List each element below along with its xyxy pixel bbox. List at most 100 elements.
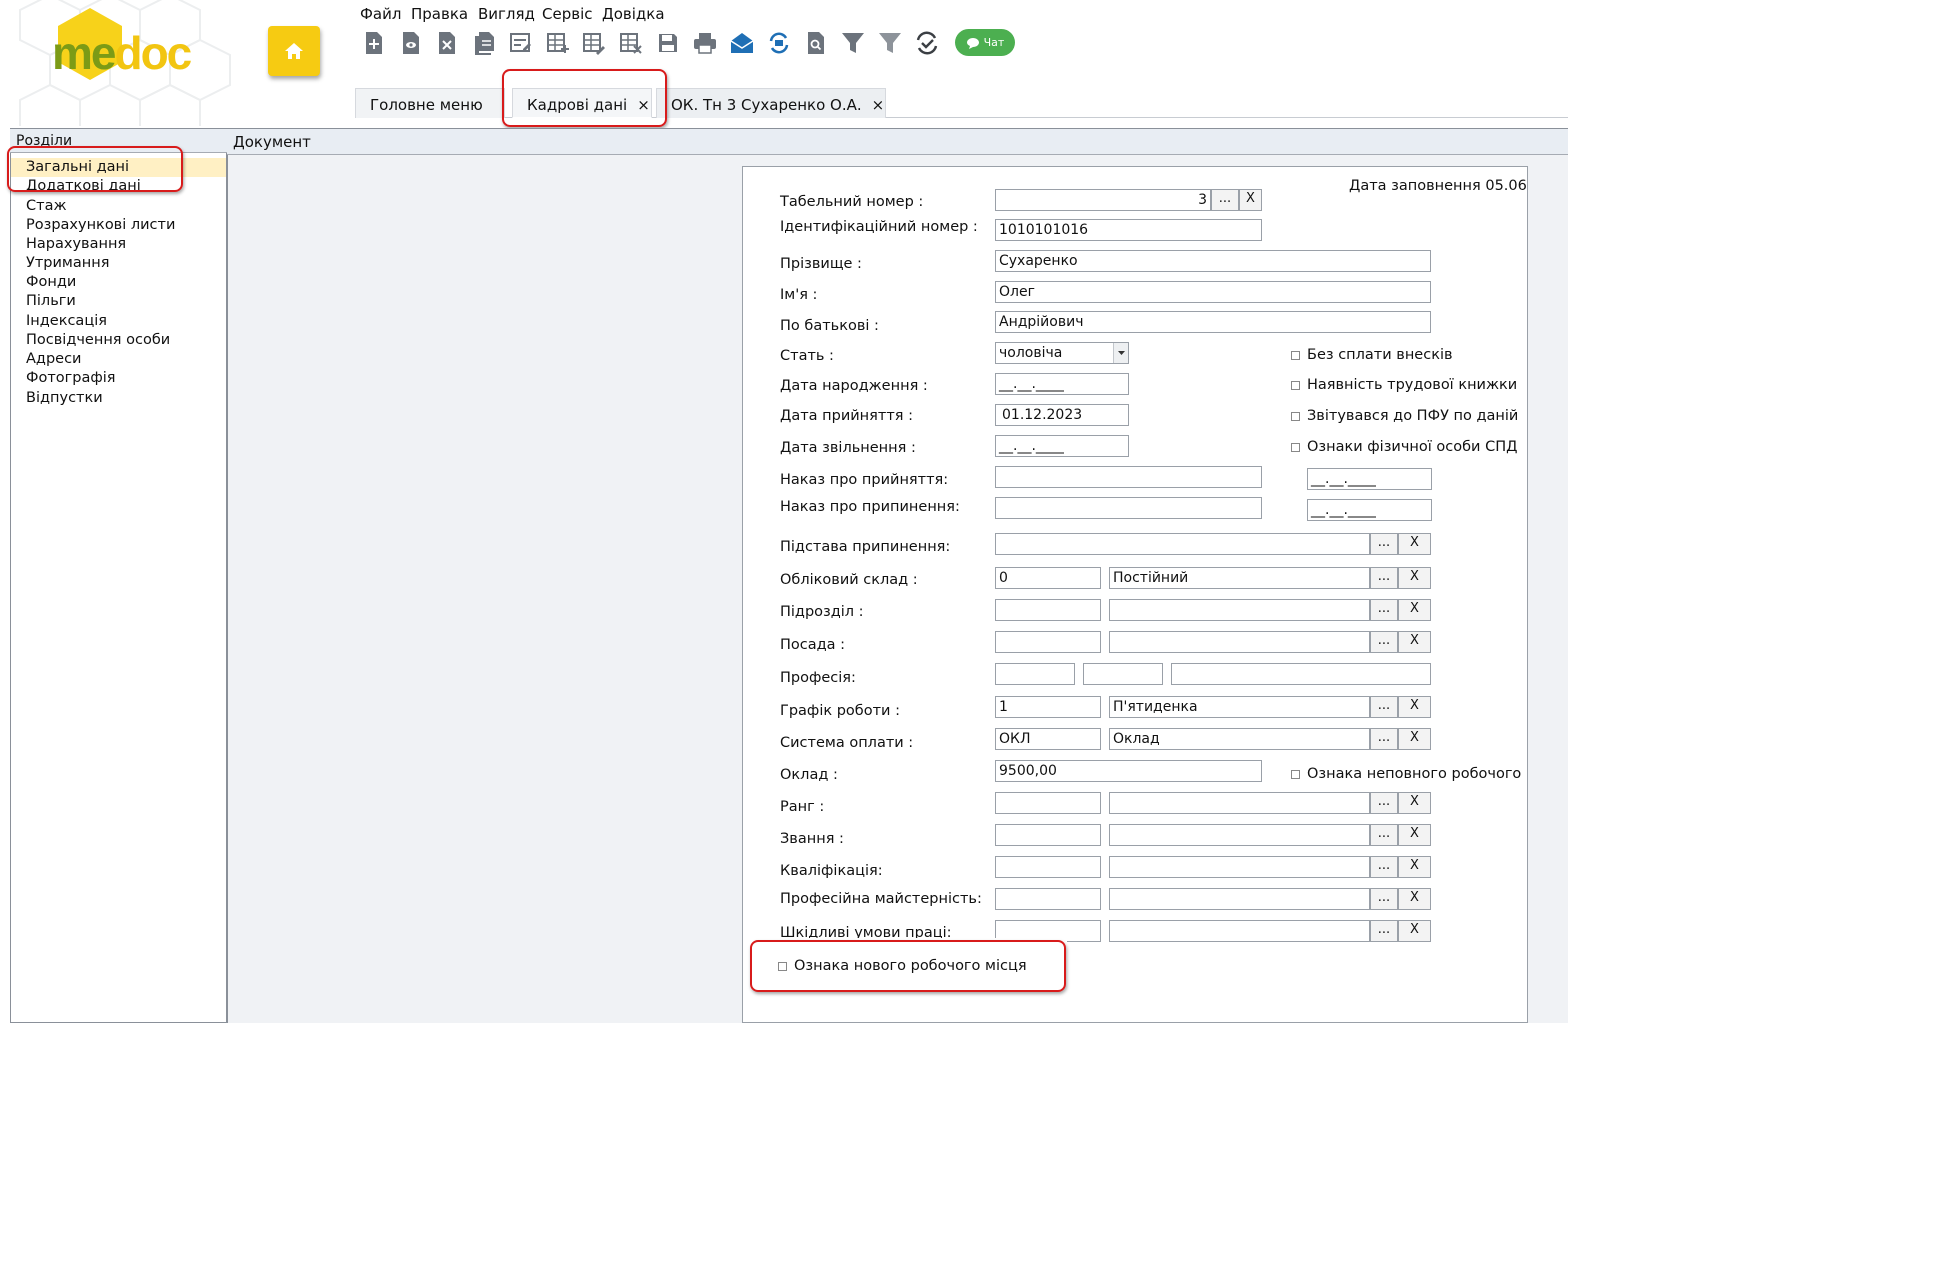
sync-icon[interactable] [914,30,940,56]
position-clear-button[interactable]: X [1398,631,1431,653]
end-reason-input[interactable] [995,533,1370,555]
sidebar-item-seniority[interactable]: Стаж [26,198,67,217]
sidebar-item-accruals[interactable]: Нарахування [26,236,126,255]
title-more-button[interactable]: ... [1370,824,1398,846]
harmful-more-button[interactable]: ... [1370,920,1398,942]
sidebar-item-general[interactable]: Загальні дані [26,159,129,178]
tab-num-more-button[interactable]: ... [1211,189,1239,211]
sidebar-item-deductions[interactable]: Утримання [26,255,109,274]
chevron-down-icon[interactable] [1113,343,1128,363]
exchange-icon[interactable] [766,30,792,56]
view-icon[interactable] [398,30,424,56]
schedule-name-input[interactable]: П'ятиденка [1109,696,1370,718]
title-code-input[interactable] [995,824,1101,846]
mastery-code-input[interactable] [995,888,1101,910]
delete-table-icon[interactable] [618,30,644,56]
edit-table-icon[interactable] [581,30,607,56]
division-clear-button[interactable]: X [1398,599,1431,621]
menu-service[interactable]: Сервіс [542,5,592,23]
mail-icon[interactable] [729,30,755,56]
qualification-more-button[interactable]: ... [1370,856,1398,878]
sidebar-item-vacations[interactable]: Відпустки [26,390,103,409]
mastery-clear-button[interactable]: X [1398,888,1431,910]
title-clear-button[interactable]: X [1398,824,1431,846]
name-input[interactable]: Олег [995,281,1431,303]
staff-clear-button[interactable]: X [1398,567,1431,589]
position-name-input[interactable] [1109,631,1370,653]
qualification-name-input[interactable] [1109,856,1370,878]
pay-clear-button[interactable]: X [1398,728,1431,750]
profession-input-2[interactable] [1083,663,1163,685]
schedule-clear-button[interactable]: X [1398,696,1431,718]
tab-employee-card[interactable]: ОК. Тн 3 Сухаренко О.А. × [656,88,886,118]
id-num-input[interactable]: 1010101016 [995,219,1262,241]
add-table-icon[interactable] [545,30,571,56]
schedule-code-input[interactable]: 1 [995,696,1101,718]
menu-edit[interactable]: Правка [411,5,468,23]
sidebar-item-id-documents[interactable]: Посвідчення особи [26,332,170,351]
work-book-checkbox[interactable] [1291,381,1300,390]
chat-button[interactable]: Чат [955,29,1015,56]
delete-doc-icon[interactable] [434,30,460,56]
sidebar-item-payslips[interactable]: Розрахункові листи [26,217,175,236]
close-icon[interactable]: × [872,96,885,114]
home-button[interactable] [268,26,320,76]
order-end-input[interactable] [995,497,1262,519]
order-hire-date-input[interactable]: __.__.____ [1307,468,1432,490]
profession-input-3[interactable] [1171,663,1431,685]
new-workplace-checkbox[interactable] [778,962,787,971]
qualification-code-input[interactable] [995,856,1101,878]
print-icon[interactable] [692,30,718,56]
pfu-checkbox[interactable] [1291,412,1300,421]
harmful-clear-button[interactable]: X [1398,920,1431,942]
sidebar-item-addresses[interactable]: Адреси [26,351,81,370]
sidebar-item-benefits[interactable]: Пільги [26,293,76,312]
tab-hr-data[interactable]: Кадрові дані × [512,88,652,118]
rank-name-input[interactable] [1109,792,1370,814]
order-hire-input[interactable] [995,466,1262,488]
filter-clear-icon[interactable] [877,30,903,56]
pay-name-input[interactable]: Оклад [1109,728,1370,750]
schedule-more-button[interactable]: ... [1370,696,1398,718]
menu-file[interactable]: Файл [360,5,401,23]
mastery-more-button[interactable]: ... [1370,888,1398,910]
close-icon[interactable]: × [637,96,650,114]
end-reason-more-button[interactable]: ... [1370,533,1398,555]
tab-num-input[interactable]: 3 [995,189,1211,211]
position-more-button[interactable]: ... [1370,631,1398,653]
hire-date-input[interactable]: 01.12.2023 [995,404,1129,426]
staff-name-input[interactable]: Постійний [1109,567,1370,589]
fire-date-input[interactable]: __.__.____ [995,435,1129,457]
title-name-input[interactable] [1109,824,1370,846]
division-code-input[interactable] [995,599,1101,621]
division-more-button[interactable]: ... [1370,599,1398,621]
tab-main-menu[interactable]: Головне меню [355,88,505,118]
spd-checkbox[interactable] [1291,443,1300,452]
order-end-date-input[interactable]: __.__.____ [1307,499,1432,521]
edit-icon[interactable] [508,30,534,56]
search-icon[interactable] [803,30,829,56]
copy-doc-icon[interactable] [471,30,497,56]
add-doc-icon[interactable] [361,30,387,56]
save-icon[interactable] [655,30,681,56]
sex-select[interactable]: чоловіча [995,342,1129,364]
sidebar-item-indexation[interactable]: Індексація [26,313,107,332]
pay-more-button[interactable]: ... [1370,728,1398,750]
tab-num-clear-button[interactable]: X [1239,189,1262,211]
surname-input[interactable]: Сухаренко [995,250,1431,272]
filter-icon[interactable] [840,30,866,56]
birth-date-input[interactable]: __.__.____ [995,373,1129,395]
staff-more-button[interactable]: ... [1370,567,1398,589]
patronymic-input[interactable]: Андрійович [995,311,1431,333]
division-name-input[interactable] [1109,599,1370,621]
rank-more-button[interactable]: ... [1370,792,1398,814]
sidebar-item-funds[interactable]: Фонди [26,274,76,293]
rank-clear-button[interactable]: X [1398,792,1431,814]
sidebar-item-additional[interactable]: Додаткові дані [26,178,141,190]
menu-view[interactable]: Вигляд [478,5,535,23]
menu-help[interactable]: Довідка [602,5,665,23]
staff-code-input[interactable]: 0 [995,567,1101,589]
sidebar-item-photo[interactable]: Фотографія [26,370,116,389]
rank-code-input[interactable] [995,792,1101,814]
pay-code-input[interactable]: ОКЛ [995,728,1101,750]
